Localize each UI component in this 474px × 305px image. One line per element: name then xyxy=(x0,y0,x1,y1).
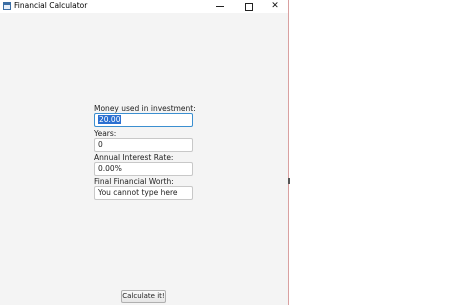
rate-input[interactable]: 0.00% xyxy=(94,162,193,176)
app-window: Financial Calculator ✕ Money used in inv… xyxy=(0,0,289,305)
years-label: Years: xyxy=(94,129,117,138)
rate-value: 0.00% xyxy=(98,164,122,173)
close-button[interactable]: ✕ xyxy=(262,0,288,13)
window-resize-handle[interactable] xyxy=(288,178,290,184)
calculate-button[interactable]: Calculate it! xyxy=(121,290,166,303)
close-icon: ✕ xyxy=(271,1,279,11)
final-worth-field: You cannot type here xyxy=(94,186,193,200)
investment-input[interactable]: 20.00 xyxy=(94,113,193,127)
final-worth-label: Final Financial Worth: xyxy=(94,177,174,186)
title-bar[interactable]: Financial Calculator ✕ xyxy=(0,0,288,13)
final-worth-value: You cannot type here xyxy=(98,188,178,197)
years-value: 0 xyxy=(98,140,103,149)
minimize-icon xyxy=(216,6,224,7)
app-window-icon xyxy=(3,2,11,10)
investment-label: Money used in investment: xyxy=(94,104,196,113)
window-title: Financial Calculator xyxy=(14,1,88,10)
maximize-icon xyxy=(245,2,253,11)
minimize-button[interactable] xyxy=(207,0,233,13)
maximize-button[interactable] xyxy=(236,0,262,13)
investment-value: 20.00 xyxy=(98,115,122,124)
years-input[interactable]: 0 xyxy=(94,138,193,152)
rate-label: Annual Interest Rate: xyxy=(94,153,174,162)
